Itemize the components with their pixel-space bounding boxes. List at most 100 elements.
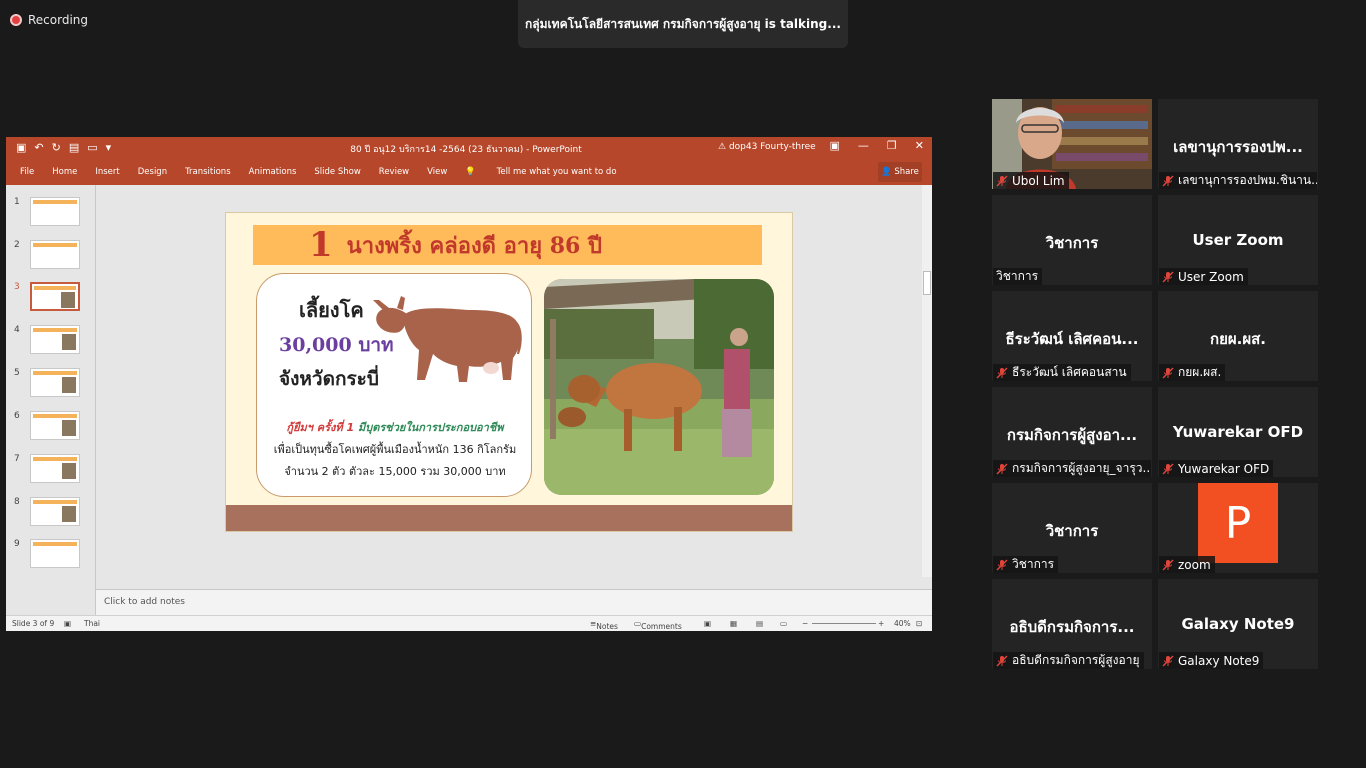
notes-placeholder: Click to add notes [104,597,185,607]
participant-tile[interactable]: วิชาการ วิชาการ [992,195,1152,285]
slide-thumbnail-pane: 1 2 3 4 5 6 7 8 9 [6,185,96,615]
ribbon-tabs: File Home Insert Design Transitions Anim… [6,159,932,185]
save-icon[interactable]: ▣ [16,141,26,154]
restore-icon[interactable]: ❐ [887,139,897,152]
mic-muted-icon [1162,559,1174,570]
participant-tile[interactable]: Pzoom [1158,483,1318,573]
quick-access-toolbar: ▣ ↶ ↻ ▤ ▭ ▾ [16,141,111,154]
tab-view[interactable]: View [427,167,447,177]
participant-name-large: เลขานุการรองปพ... [1173,138,1303,156]
participant-name-large: Galaxy Note9 [1181,615,1295,633]
undo-icon[interactable]: ↶ [34,141,43,154]
tab-review[interactable]: Review [379,167,409,177]
slideshow-icon[interactable]: ▭ [780,619,787,628]
open-icon[interactable]: ▭ [87,141,97,154]
loan-info-line: กู้ยืมฯ ครั้งที่ 1 มีบุตรช่วยในการประกอบ… [286,421,504,434]
ribbon-display-icon[interactable]: ▣ [830,139,840,152]
notes-toggle[interactable]: ≡ Notes [590,619,618,631]
participant-name-label: วิชาการ [993,268,1043,285]
fit-slide-icon[interactable]: ⊡ [916,619,922,628]
warning-icon: ⚠ [718,142,729,152]
participant-avatar: P [1198,483,1278,563]
description-line-1: เพื่อเป็นทุนซื้อโคเพศผู้พื้นเมืองน้ำหนัก… [273,443,517,456]
comments-toggle[interactable]: ▭ Comments [634,619,682,631]
status-bar: Slide 3 of 9 ▣ Thai ≡ Notes ▭ Comments ▣… [6,615,932,631]
mic-muted-icon [1162,463,1174,474]
scrollbar-thumb[interactable] [923,271,931,295]
tab-design[interactable]: Design [138,167,167,177]
slide-thumbnail[interactable]: 4 [6,325,96,357]
spelling-icon[interactable]: ▣ [64,619,71,628]
tell-me-search[interactable]: 💡 Tell me what you want to do [465,167,634,177]
slide-thumbnail[interactable]: 8 [6,497,96,529]
redo-icon[interactable]: ↻ [52,141,61,154]
slide-thumbnail[interactable]: 5 [6,368,96,400]
mic-muted-icon [1162,367,1174,378]
participant-tile[interactable]: วิชาการ วิชาการ [992,483,1152,573]
participant-name-label: เลขานุการรองปพม.ชินาน... [1159,172,1317,189]
occupation-text: เลี้ยงโค [299,298,364,322]
recording-indicator: Recording [10,12,88,28]
participant-name-label: กรมกิจการผู้สูงอายุ_จารุว... [993,460,1151,477]
vertical-scrollbar[interactable] [922,185,932,577]
account-warning[interactable]: ⚠ dop43 Fourty-three [718,142,816,152]
close-icon[interactable]: ✕ [915,139,924,152]
minimize-icon[interactable]: — [858,139,869,152]
cattle-photo [544,279,774,495]
slide-sorter-icon[interactable]: ▦ [730,619,737,628]
slide-thumbnail-selected[interactable]: 3 [6,282,96,314]
mic-muted-icon [996,367,1008,378]
participant-tile[interactable]: เลขานุการรองปพ... เลขานุการรองปพม.ชินาน..… [1158,99,1318,189]
participant-name-label: วิชาการ [993,556,1059,573]
participant-name-large: Yuwarekar OFD [1172,423,1304,441]
present-icon[interactable]: ▤ [69,141,79,154]
slide-thumbnail[interactable]: 6 [6,411,96,443]
slide-thumbnail[interactable]: 7 [6,454,96,486]
participant-tile[interactable]: Ubol Lim [992,99,1152,189]
participant-tile[interactable]: อธิบดีกรมกิจการ... อธิบดีกรมกิจการผู้สูงอ… [992,579,1152,669]
notes-pane[interactable]: Click to add notes [96,589,932,615]
person-icon: 👤 [881,167,892,177]
tab-slide-show[interactable]: Slide Show [314,167,360,177]
participant-name-large: วิชาการ [1045,522,1099,540]
zoom-slider[interactable] [812,623,876,624]
window-controls: ▣ — ❐ ✕ [830,139,925,152]
participant-name-label: กยผ.ผส. [1159,364,1226,381]
participant-name-label: Galaxy Note9 [1159,652,1264,669]
tab-animations[interactable]: Animations [249,167,297,177]
participant-tile[interactable]: Yuwarekar OFD Yuwarekar OFD [1158,387,1318,477]
share-button[interactable]: 👤 Share [878,162,922,182]
zoom-out-icon[interactable]: − [802,619,808,628]
participant-tile[interactable]: User Zoom User Zoom [1158,195,1318,285]
participant-tile[interactable]: ธีระวัฒน์ เลิศคอน... ธีระวัฒน์ เลิศคอนสาน [992,291,1152,381]
tab-home[interactable]: Home [52,167,77,177]
participant-name-label: ธีระวัฒน์ เลิศคอนสาน [993,364,1131,381]
slide-thumbnail[interactable]: 2 [6,240,96,272]
slide-title-banner: 1 นางพริ้ง คล่องดี อายุ 86 ปี [253,225,762,265]
customize-icon[interactable]: ▾ [106,141,112,154]
reading-view-icon[interactable]: ▤ [756,619,763,628]
document-title: 80 ปี อนุ12 บริการ14 -2564 (23 ธันวาคม) … [350,145,582,155]
zoom-in-icon[interactable]: + [878,619,884,628]
language-indicator[interactable]: Thai [84,619,100,628]
slide-thumbnail[interactable]: 1 [6,197,96,229]
slide-thumbnail[interactable]: 9 [6,539,96,571]
zoom-level[interactable]: 40% [894,619,911,628]
mic-muted-icon [996,175,1008,186]
participant-name-large: User Zoom [1192,231,1284,249]
active-speaker-text: กลุ่มเทคโนโลยีสารสนเทศ กรมกิจการผู้สูงอา… [525,16,841,31]
tab-insert[interactable]: Insert [95,167,119,177]
tab-file[interactable]: File [20,167,34,177]
tab-transitions[interactable]: Transitions [185,167,231,177]
participant-tile[interactable]: Galaxy Note9 Galaxy Note9 [1158,579,1318,669]
participant-tile[interactable]: กยผ.ผส. กยผ.ผส. [1158,291,1318,381]
ppt-title-bar: ▣ ↶ ↻ ▤ ▭ ▾ 80 ปี อนุ12 บริการ14 -2564 (… [6,137,932,159]
current-slide[interactable]: 1 นางพริ้ง คล่องดี อายุ 86 ปี เลี้ยงโค 3… [225,212,793,532]
slide-title-number: 1 [309,225,333,265]
mic-muted-icon [996,655,1008,666]
normal-view-icon[interactable]: ▣ [704,619,711,628]
shared-powerpoint-window[interactable]: ▣ ↶ ↻ ▤ ▭ ▾ 80 ปี อนุ12 บริการ14 -2564 (… [6,137,932,631]
participant-name-label: Yuwarekar OFD [1159,460,1274,477]
mic-muted-icon [996,463,1008,474]
participant-tile[interactable]: กรมกิจการผู้สูงอา... กรมกิจการผู้สูงอายุ_… [992,387,1152,477]
